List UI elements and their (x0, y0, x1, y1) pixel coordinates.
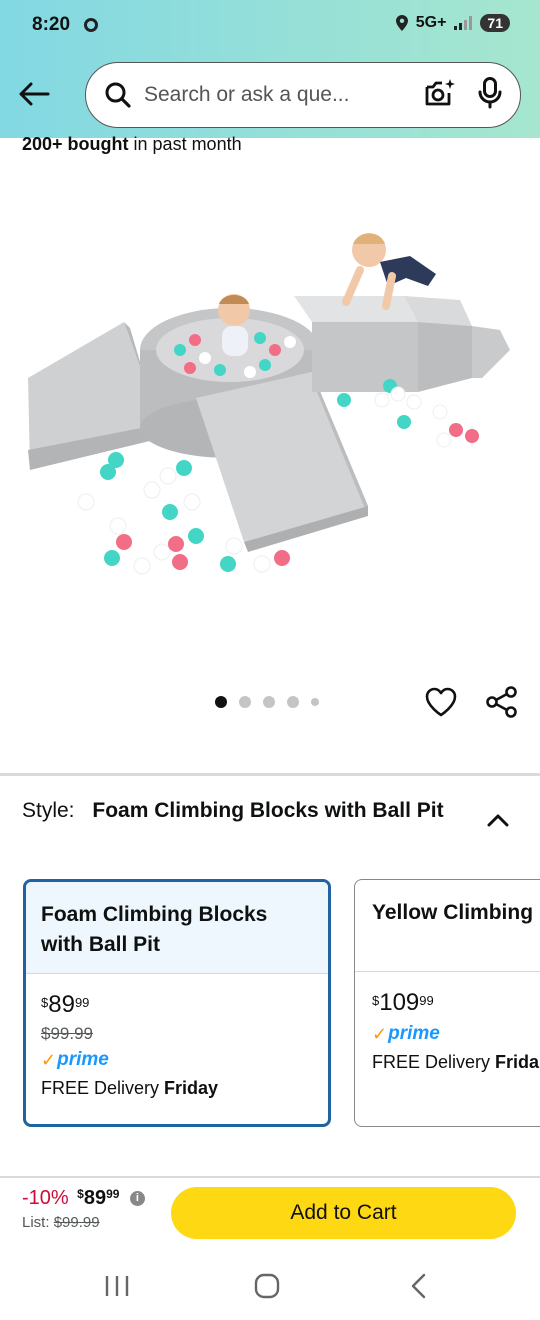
bought-count: 200+ bought (22, 134, 129, 154)
search-input[interactable] (144, 83, 416, 107)
section-divider (0, 773, 540, 776)
status-bar: 8:20 5G+ 71 (0, 14, 540, 44)
share-button[interactable] (484, 684, 520, 720)
carousel-dot[interactable] (287, 696, 299, 708)
buy-bar-divider (0, 1176, 540, 1178)
info-icon[interactable]: i (129, 1191, 145, 1206)
heart-icon (425, 687, 457, 717)
price-currency: $ (77, 1187, 84, 1201)
microphone-icon (478, 76, 502, 108)
option-price: $10999 (372, 988, 538, 1018)
add-to-cart-button[interactable]: Add to Cart (171, 1187, 516, 1239)
prime-label: prime (57, 1049, 109, 1070)
system-nav-bar (0, 1248, 540, 1320)
sync-icon (84, 18, 98, 32)
price-currency: $ (41, 995, 49, 1010)
status-time: 8:20 (32, 14, 71, 35)
home-icon (254, 1273, 280, 1299)
style-option-name: Yellow Climbing (355, 880, 540, 972)
chevron-up-icon (487, 814, 509, 827)
carousel-dot[interactable] (239, 696, 251, 708)
location-icon (395, 15, 408, 31)
app-header: 8:20 5G+ 71 (0, 0, 540, 138)
option-delivery: FREE Delivery Friday (41, 1078, 313, 1099)
image-carousel-indicator[interactable] (215, 696, 319, 708)
prime-check-icon: ✓ (372, 1023, 388, 1044)
carousel-dot[interactable] (215, 696, 227, 708)
prime-badge: ✓ prime (372, 1022, 538, 1046)
price-fraction: 99 (419, 993, 434, 1008)
option-delivery: FREE Delivery Frida (372, 1052, 540, 1073)
battery-indicator: 71 (480, 14, 510, 32)
option-price: $8999 (41, 990, 313, 1020)
option-list-price: $99.99 (41, 1024, 93, 1043)
delivery-day: Frida (495, 1052, 540, 1072)
share-icon (486, 686, 517, 718)
chevron-left-icon (411, 1273, 426, 1299)
style-label: Style: (22, 799, 75, 822)
delivery-day: Friday (164, 1078, 219, 1098)
home-button[interactable] (253, 1272, 283, 1300)
camera-search-button[interactable] (424, 78, 456, 113)
prime-badge: ✓ prime (41, 1048, 313, 1072)
camera-lens-icon (425, 78, 455, 105)
price-whole: 109 (379, 989, 420, 1016)
price-currency: $ (372, 993, 380, 1008)
recent-apps-icon (105, 1276, 129, 1296)
price-fraction: 99 (106, 1187, 120, 1201)
discount-percent: -10% (22, 1187, 69, 1209)
price-fraction: 99 (74, 995, 90, 1010)
delivery-prefix: FREE Delivery (372, 1052, 491, 1072)
style-option-card[interactable]: Yellow Climbing $10999 ✓ prime FREE Deli… (354, 879, 540, 1127)
style-selector-header: Style: Foam Climbing Blocks with Ball Pi… (22, 796, 462, 826)
bought-count-text: 200+ bought in past month (22, 134, 242, 155)
buy-bar-current-price: $8999 (77, 1187, 119, 1209)
style-collapse-button[interactable] (484, 806, 512, 834)
recent-apps-button[interactable] (103, 1272, 133, 1300)
carousel-dot[interactable] (263, 696, 275, 708)
prime-check-icon: ✓ (41, 1049, 57, 1070)
product-image[interactable] (20, 210, 520, 610)
style-option-card[interactable]: Foam Climbing Blocks with Ball Pit $8999… (23, 879, 331, 1127)
list-price: $99.99 (53, 1214, 100, 1231)
prime-label: prime (388, 1023, 440, 1044)
back-arrow-icon (19, 82, 50, 106)
signal-icon (454, 16, 473, 30)
style-selected-value: Foam Climbing Blocks with Ball Pit (92, 799, 444, 822)
back-button[interactable] (14, 74, 54, 114)
search-icon (105, 82, 131, 108)
buy-bar-price: -10% $8999 i List: $99.99 (22, 1187, 145, 1231)
style-option-name: Foam Climbing Blocks with Ball Pit (26, 882, 328, 974)
delivery-prefix: FREE Delivery (41, 1078, 160, 1098)
search-bar[interactable] (85, 62, 521, 128)
voice-search-button[interactable] (478, 76, 502, 114)
network-label: 5G+ (415, 14, 447, 31)
price-whole: 89 (83, 1187, 107, 1209)
status-indicators: 5G+ 71 (395, 14, 510, 32)
buy-bar-list-price: List: $99.99 (22, 1214, 145, 1231)
system-back-button[interactable] (405, 1272, 435, 1300)
carousel-dot[interactable] (311, 698, 319, 706)
list-label: List: (22, 1214, 50, 1231)
price-whole: 89 (48, 991, 75, 1018)
wishlist-button[interactable] (423, 684, 459, 720)
bought-suffix: in past month (133, 134, 242, 154)
